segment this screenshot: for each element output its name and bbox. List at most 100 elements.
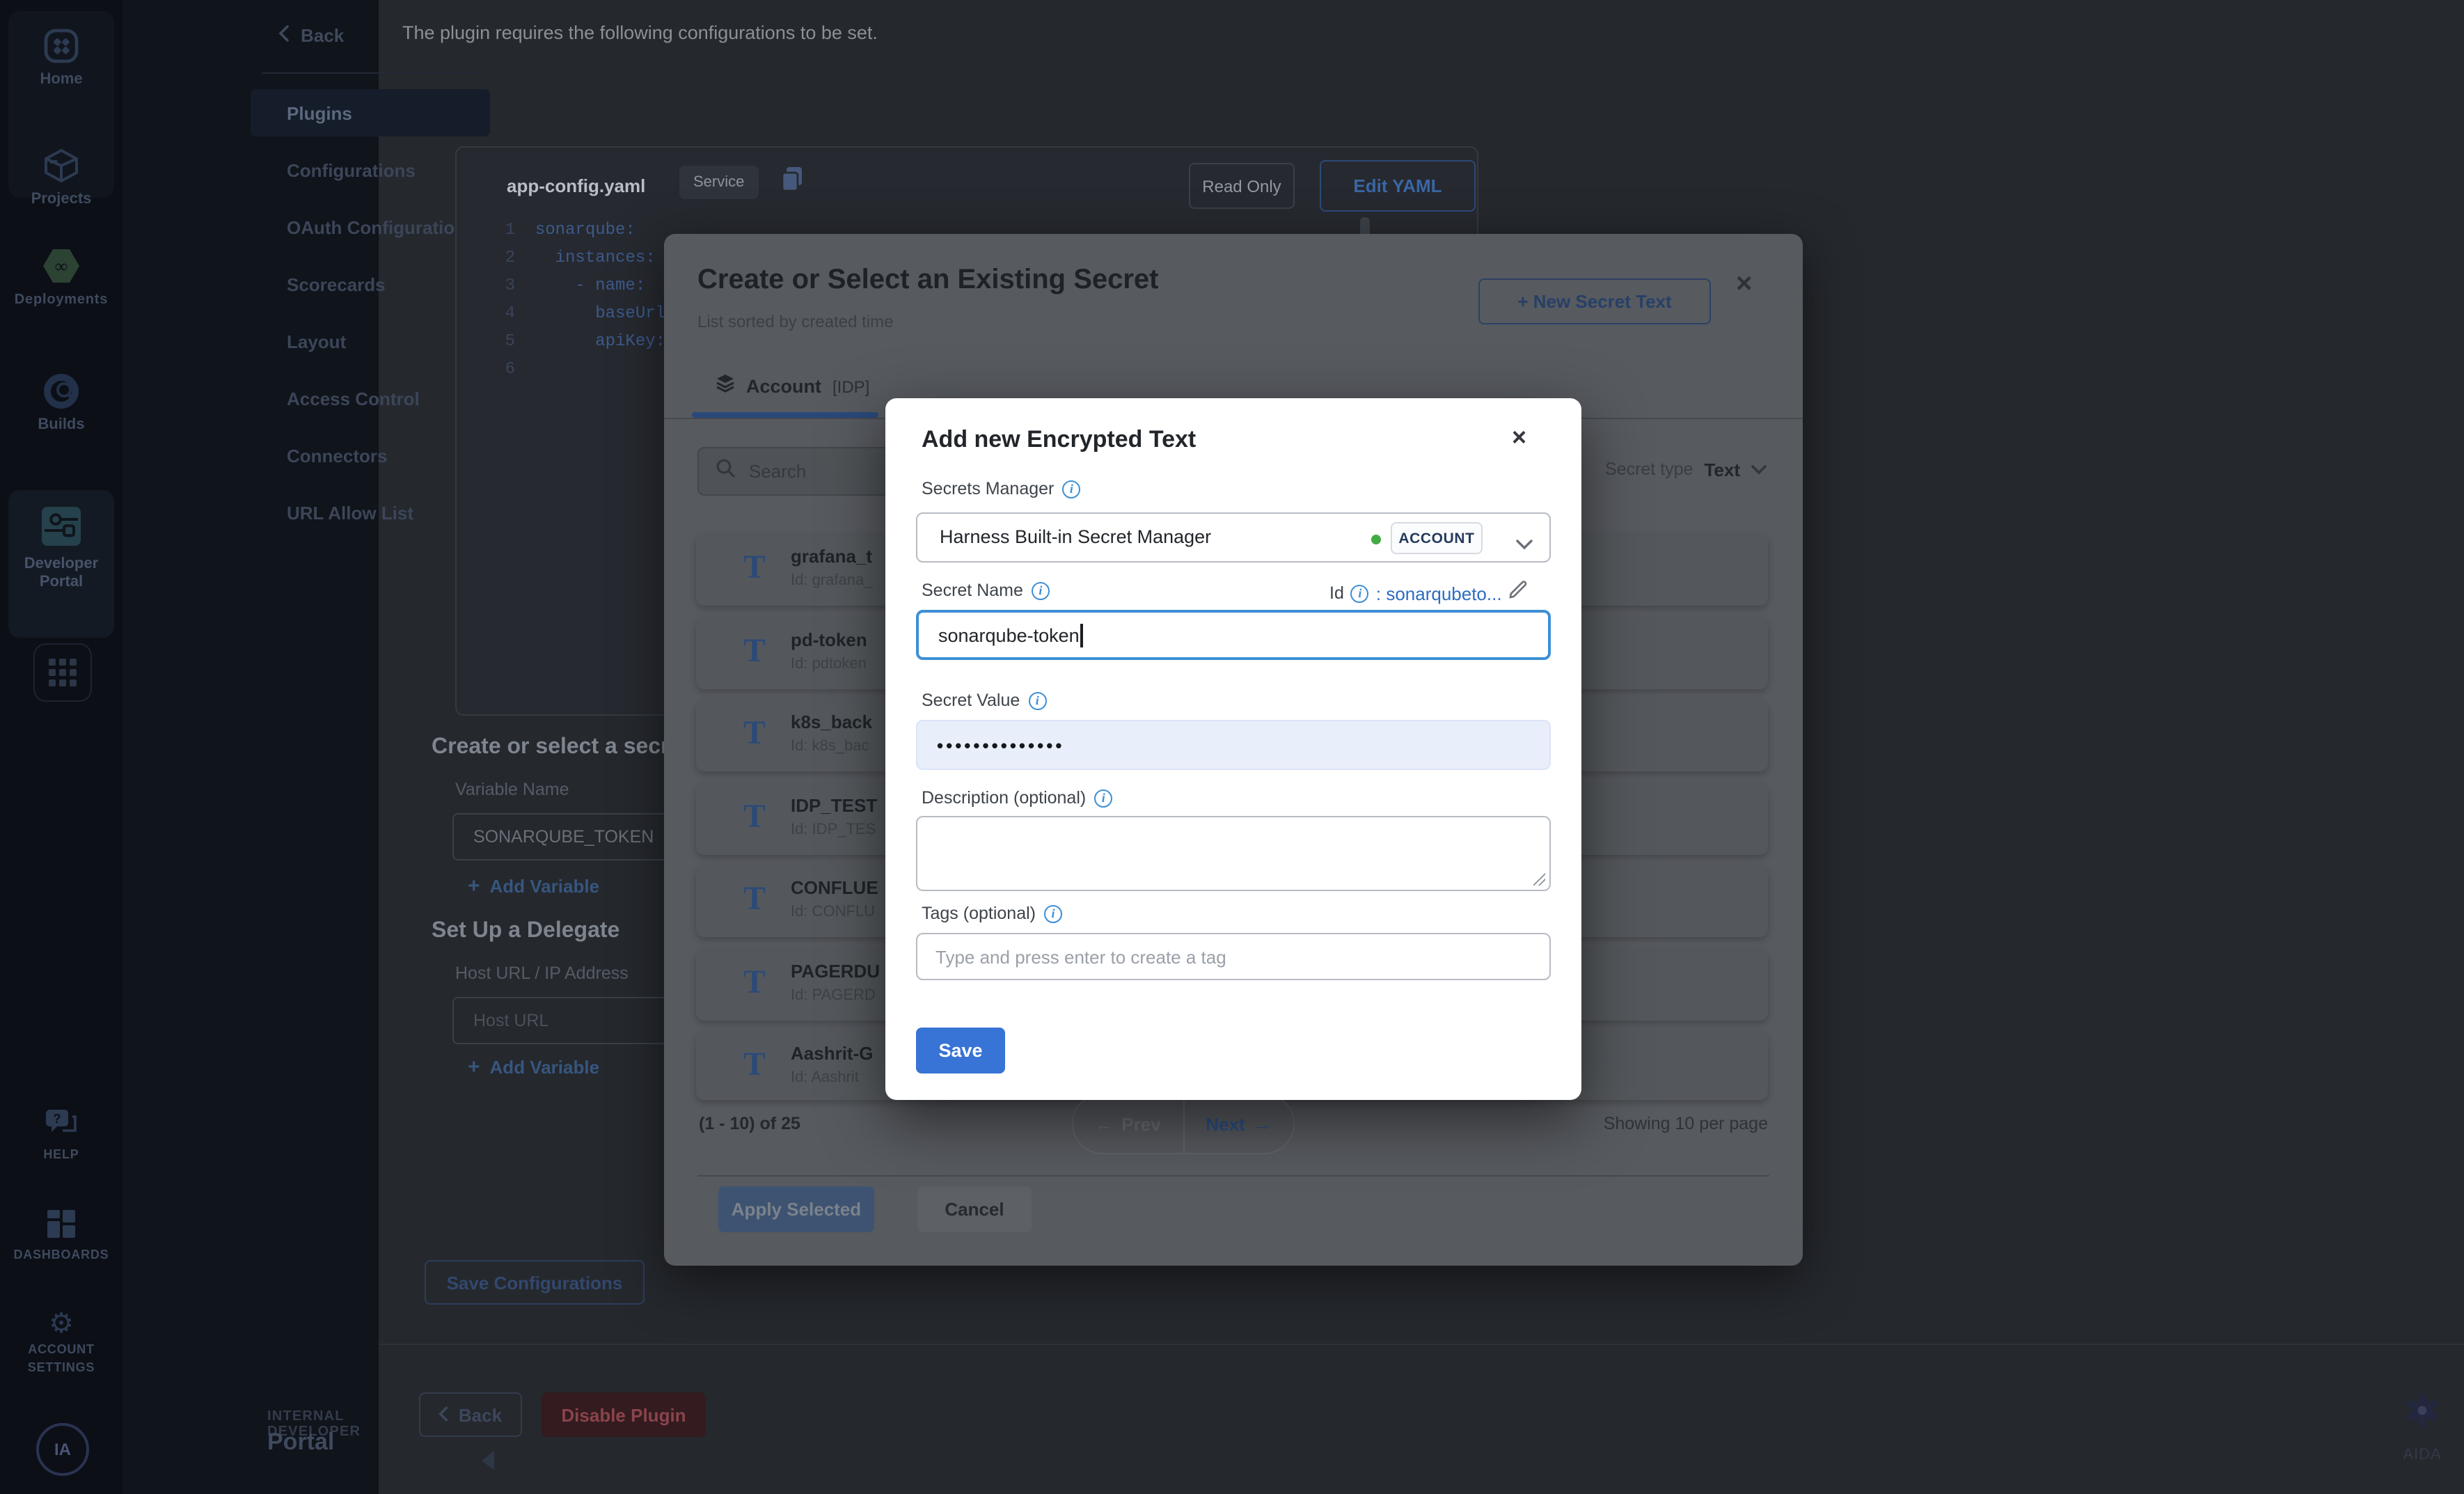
- nav-rail: Home Projects ∞ Deployments Builds Devel…: [0, 0, 123, 1494]
- line-number: 3: [493, 276, 515, 295]
- builds-icon: [43, 391, 79, 415]
- sidebar-item-scorecards[interactable]: Scorecards: [251, 260, 490, 308]
- tags-input[interactable]: [916, 933, 1551, 980]
- secret-value-label: Secret Value i: [922, 691, 1046, 710]
- module-grid-button[interactable]: [33, 643, 92, 702]
- rail-item-label: Projects: [0, 191, 123, 209]
- rail-item-dashboards[interactable]: DASHBOARDS: [0, 1209, 123, 1264]
- secrets-manager-select[interactable]: Harness Built-in Secret Manager ACCOUNT: [916, 512, 1551, 563]
- chevron-down-icon: [1751, 457, 1767, 482]
- info-icon[interactable]: i: [1062, 480, 1080, 498]
- line-number: 6: [493, 359, 515, 379]
- read-only-button[interactable]: Read Only: [1189, 163, 1295, 209]
- id-value-link[interactable]: : sonarqubeto...: [1376, 583, 1502, 604]
- sidebar-item-oauth-configurations[interactable]: OAuth Configurations: [251, 203, 490, 251]
- plugin-sidebar: Back Plugins Configurations OAuth Config…: [123, 0, 379, 1494]
- sidebar-collapse-icon[interactable]: [482, 1451, 494, 1470]
- rail-item-label: Home: [0, 71, 123, 89]
- plugin-config-intro: The plugin requires the following config…: [402, 22, 878, 43]
- sidebar-item-connectors[interactable]: Connectors: [251, 432, 490, 479]
- edit-yaml-button[interactable]: Edit YAML: [1320, 160, 1476, 212]
- secret-id: Id: Aashrit: [791, 1069, 859, 1086]
- rail-item-label: HELP: [0, 1146, 123, 1164]
- apply-selected-button[interactable]: Apply Selected: [718, 1186, 874, 1232]
- variable-name-value: SONARQUBE_TOKEN: [473, 827, 654, 847]
- sidebar-back-button[interactable]: Back: [278, 25, 344, 46]
- cancel-button[interactable]: Cancel: [917, 1186, 1032, 1232]
- sidebar-footer-title: Portal: [267, 1429, 334, 1456]
- close-glyph: ×: [1512, 423, 1526, 451]
- secret-name-input[interactable]: sonarqube-token: [916, 610, 1551, 660]
- line-text: - name:: [535, 276, 645, 295]
- aida-assistant[interactable]: AIDA: [2383, 1390, 2461, 1463]
- status-green-dot: [1371, 535, 1381, 544]
- variable-name-input[interactable]: SONARQUBE_TOKEN: [452, 813, 689, 860]
- secret-name: grafana_t: [791, 546, 872, 567]
- info-icon[interactable]: i: [1028, 691, 1046, 709]
- rail-item-help[interactable]: ? HELP: [0, 1108, 123, 1164]
- sidebar-item-url-allow-list[interactable]: URL Allow List: [251, 489, 490, 536]
- rail-item-home[interactable]: Home: [0, 28, 123, 89]
- rail-item-developer-portal[interactable]: Developer Portal: [0, 504, 123, 592]
- arrow-left-icon: ←: [1095, 1113, 1113, 1134]
- back-label: Back: [301, 25, 344, 46]
- edit-pencil-icon[interactable]: [1509, 581, 1527, 606]
- secret-id: Id: k8s_bac: [791, 738, 869, 755]
- prev-page-button[interactable]: ← Prev: [1073, 1094, 1184, 1153]
- rail-item-label: Developer: [0, 556, 123, 574]
- add-encrypted-text-dialog: Add new Encrypted Text × Secrets Manager…: [885, 398, 1581, 1100]
- rail-item-deployments[interactable]: ∞ Deployments: [0, 248, 123, 309]
- copy-icon[interactable]: [780, 166, 805, 200]
- line-number: 5: [493, 331, 515, 351]
- save-button[interactable]: Save: [916, 1028, 1005, 1074]
- id-label: Id: [1329, 583, 1344, 603]
- aida-flower-icon: [2401, 1413, 2443, 1437]
- dialog-close-icon[interactable]: ×: [1512, 423, 1526, 453]
- secret-value-input[interactable]: ••••••••••••••: [916, 720, 1551, 770]
- new-secret-text-button[interactable]: + New Secret Text: [1478, 278, 1711, 324]
- secret-id: Id: IDP_TES: [791, 821, 876, 838]
- pagination-group: ← Prev Next →: [1072, 1093, 1295, 1154]
- info-icon[interactable]: i: [1094, 789, 1112, 807]
- back-button[interactable]: Back: [419, 1392, 522, 1437]
- add-variable-link-2[interactable]: +Add Variable: [468, 1055, 599, 1079]
- sidebar-item-configurations[interactable]: Configurations: [251, 146, 490, 194]
- sidebar-item-access-control[interactable]: Access Control: [251, 375, 490, 422]
- secret-id: Id: PAGERD: [791, 987, 876, 1004]
- yaml-line: 2 instances:: [493, 248, 656, 267]
- host-url-placeholder: Host URL: [473, 1011, 548, 1030]
- host-url-label: Host URL / IP Address: [455, 964, 629, 983]
- info-icon[interactable]: i: [1351, 584, 1369, 602]
- next-page-button[interactable]: Next →: [1184, 1094, 1293, 1153]
- add-variable-label: Add Variable: [490, 876, 600, 897]
- svg-text:∞: ∞: [55, 256, 68, 276]
- add-variable-link[interactable]: +Add Variable: [468, 874, 599, 898]
- resize-grip-icon[interactable]: [1533, 873, 1545, 886]
- rail-item-builds[interactable]: Builds: [0, 373, 123, 434]
- disable-plugin-button[interactable]: Disable Plugin: [542, 1392, 706, 1437]
- user-avatar[interactable]: IA: [36, 1423, 89, 1476]
- info-icon[interactable]: i: [1032, 581, 1050, 599]
- save-configurations-button[interactable]: Save Configurations: [425, 1260, 645, 1305]
- rail-item-label2: Portal: [0, 574, 123, 592]
- secret-type-value: Text: [1704, 459, 1740, 480]
- secret-type-dropdown[interactable]: Secret type Text: [1605, 457, 1767, 482]
- modal-close-icon[interactable]: ×: [1736, 270, 1752, 298]
- chevron-left-icon: [439, 1404, 449, 1425]
- tab-account-idp[interactable]: Account [IDP]: [716, 373, 869, 400]
- content-divider: [379, 1344, 2464, 1345]
- secret-id-display: Id i : sonarqubeto...: [1329, 581, 1527, 606]
- dashboards-icon: [46, 1221, 77, 1245]
- disable-plugin-label: Disable Plugin: [561, 1404, 686, 1425]
- plus-icon: +: [468, 1055, 480, 1079]
- sidebar-item-layout[interactable]: Layout: [251, 317, 490, 365]
- rail-item-account-settings[interactable]: ⚙ ACCOUNT SETTINGS: [0, 1306, 123, 1377]
- rail-item-projects[interactable]: Projects: [0, 148, 123, 209]
- host-url-input[interactable]: Host URL: [452, 997, 689, 1044]
- description-textarea[interactable]: [916, 816, 1551, 891]
- info-icon[interactable]: i: [1044, 904, 1062, 922]
- sidebar-item-plugins[interactable]: Plugins: [251, 89, 490, 136]
- chevron-left-icon: [278, 25, 290, 46]
- line-text: sonarqube:: [535, 220, 635, 239]
- pagination-showing: Showing 10 per page: [1604, 1114, 1768, 1133]
